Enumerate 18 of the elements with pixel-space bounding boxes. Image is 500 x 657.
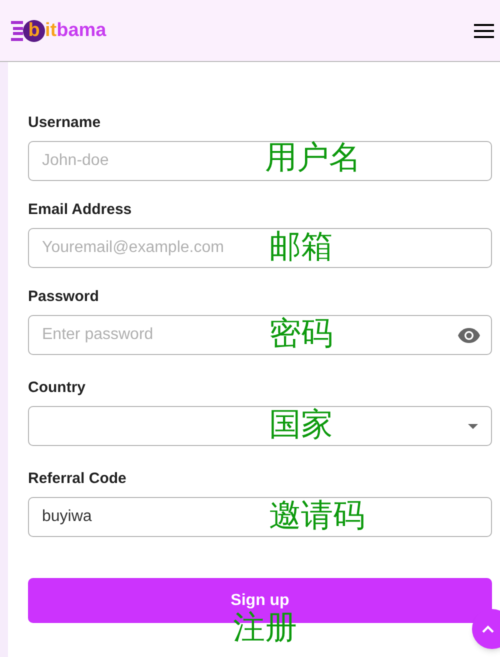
field-label: Email Address	[28, 201, 133, 219]
field-label: Username	[28, 114, 102, 132]
eye-icon[interactable]	[458, 328, 480, 343]
logo-mark-icon	[11, 20, 25, 42]
chevron-up-icon	[482, 625, 494, 633]
field-label: Country	[28, 379, 86, 397]
annotation-text: 邀请码	[269, 499, 365, 531]
caret-icon	[468, 424, 478, 428]
menu-icon[interactable]	[474, 22, 494, 38]
annotation-text: 密码	[269, 317, 333, 349]
field-label: Referral Code	[28, 470, 128, 488]
annotation-text: 邮箱	[269, 230, 333, 262]
select-field[interactable]	[28, 406, 492, 446]
logo: b itbama	[11, 20, 106, 42]
field-label: Password	[28, 288, 100, 306]
annotation-text: 用户名	[265, 141, 361, 173]
scroll-top-button[interactable]	[472, 609, 500, 649]
annotation-text: 国家	[269, 408, 333, 440]
